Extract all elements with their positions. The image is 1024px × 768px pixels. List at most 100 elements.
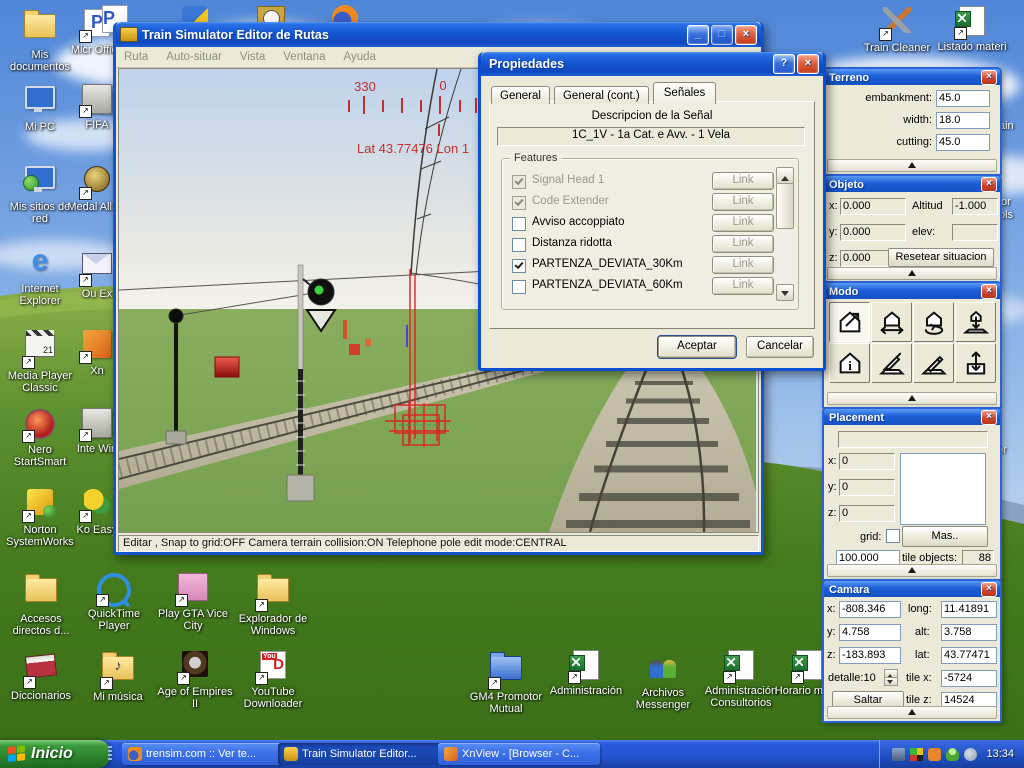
camara-titlebar[interactable]: Camara × [824, 581, 1000, 597]
desktop-icon-accesos-directos[interactable]: Accesos directos d... [2, 570, 80, 637]
terreno-panel[interactable]: Terreno × embankment: 45.0 width: 18.0 c… [822, 67, 1002, 176]
y-field[interactable]: 0.000 [840, 224, 906, 241]
panel-close-icon[interactable]: × [981, 177, 997, 192]
features-scrollbar[interactable] [776, 167, 792, 301]
menu-ventana[interactable]: Ventana [283, 51, 325, 63]
feature-checkbox[interactable] [512, 238, 526, 252]
tile-x-field[interactable]: -5724 [941, 670, 997, 687]
propiedades-dialog[interactable]: Propiedades ? × General General (cont.) … [478, 52, 826, 371]
modo-terrain-cut-button[interactable] [871, 343, 912, 383]
elev-field[interactable] [952, 224, 998, 241]
maximize-button[interactable]: □ [711, 25, 733, 45]
system-tray[interactable]: 13:34 [879, 740, 1024, 768]
modo-height-button[interactable] [955, 302, 996, 342]
mas-button[interactable]: Mas.. [902, 526, 988, 547]
altitud-field[interactable]: -1.000 [952, 198, 998, 215]
modo-titlebar[interactable]: Modo × [824, 283, 1000, 299]
panel-close-icon[interactable]: × [981, 582, 997, 597]
camera-y-field[interactable]: 4.758 [839, 624, 901, 641]
desktop-icon-administracion[interactable]: Administración [547, 648, 625, 697]
camera-z-field[interactable]: -183.893 [839, 647, 901, 664]
menu-auto-situar[interactable]: Auto-situar [166, 51, 222, 63]
feature-checkbox[interactable] [512, 217, 526, 231]
aceptar-button[interactable]: Aceptar [658, 336, 736, 358]
placement-titlebar[interactable]: Placement × [824, 409, 1000, 425]
collapse-arrow-icon[interactable] [827, 706, 997, 719]
minimize-button[interactable]: _ [687, 25, 709, 45]
editor-titlebar[interactable]: Train Simulator Editor de Rutas _ □ × [116, 22, 761, 47]
modo-place-button[interactable] [829, 302, 870, 342]
cutting-field[interactable]: 45.0 [936, 134, 990, 151]
tray-antivirus-icon[interactable] [910, 748, 923, 761]
desktop-icon-quicktime[interactable]: QuickTime Player [75, 570, 153, 632]
grid-checkbox[interactable] [886, 529, 900, 543]
camera-x-field[interactable]: -808.346 [839, 601, 901, 618]
desktop-icon-age-of-empires[interactable]: Age of Empires II [156, 648, 234, 710]
desktop-icon-train-cleaner[interactable]: Train Cleaner [858, 4, 936, 54]
tab-general[interactable]: General [491, 86, 550, 104]
link-button[interactable]: Link [712, 235, 774, 253]
long-field[interactable]: 11.41891 [941, 601, 997, 618]
link-button[interactable]: Link [712, 193, 774, 211]
close-button[interactable]: × [735, 25, 757, 45]
z-field[interactable]: 0 [839, 505, 895, 522]
placement-combo[interactable] [838, 431, 988, 448]
taskbar-item-trensim[interactable]: trensim.com :: Ver te... [122, 743, 282, 765]
taskbar-item-xnview[interactable]: XnView - [Browser - C... [438, 743, 600, 765]
panel-close-icon[interactable]: × [981, 70, 997, 85]
terreno-titlebar[interactable]: Terreno × [824, 69, 1000, 85]
collapse-arrow-icon[interactable] [827, 159, 997, 172]
desktop-icon-administracion-consultorios[interactable]: Administración Consultorios [702, 648, 780, 709]
taskbar-item-train-simulator[interactable]: Train Simulator Editor... [278, 743, 442, 765]
modo-rotate-button[interactable] [913, 302, 954, 342]
lat-field[interactable]: 43.77471 [941, 647, 997, 664]
desktop-icon-youtube-downloader[interactable]: YouD YouTube Downloader [234, 648, 312, 710]
embankment-field[interactable]: 45.0 [936, 90, 990, 107]
help-button[interactable]: ? [773, 54, 795, 74]
width-field[interactable]: 18.0 [936, 112, 990, 129]
tray-app-icon[interactable] [928, 748, 941, 761]
taskbar[interactable]: Inicio trensim.com :: Ver te... Train Si… [0, 740, 1024, 768]
tray-network-icon[interactable] [892, 748, 905, 761]
tab-senales[interactable]: Señales [653, 82, 717, 104]
link-button[interactable]: Link [712, 256, 774, 274]
objeto-panel[interactable]: Objeto × x: 0.000 Altitud -1.000 y: 0.00… [822, 174, 1002, 284]
tray-volume-icon[interactable] [964, 748, 977, 761]
panel-close-icon[interactable]: × [981, 284, 997, 299]
tray-messenger-icon[interactable] [946, 748, 959, 761]
link-button[interactable]: Link [712, 214, 774, 232]
collapse-arrow-icon[interactable] [827, 267, 997, 280]
feature-checkbox[interactable] [512, 175, 526, 189]
dialog-titlebar[interactable]: Propiedades ? × [481, 52, 823, 76]
tab-general-cont[interactable]: General (cont.) [554, 86, 649, 104]
collapse-arrow-icon[interactable] [827, 564, 997, 577]
menu-ruta[interactable]: Ruta [124, 51, 148, 63]
scroll-thumb[interactable] [776, 183, 794, 229]
quick-launch-handle[interactable] [108, 746, 112, 762]
desktop-icon-mi-musica[interactable]: ♪ Mi música [79, 648, 157, 703]
modo-panel[interactable]: Modo × i [822, 281, 1002, 409]
feature-checkbox[interactable] [512, 196, 526, 210]
feature-checkbox[interactable] [512, 259, 526, 273]
dialog-close-button[interactable]: × [797, 54, 819, 74]
detalle-spinner[interactable] [884, 669, 898, 685]
link-button[interactable]: Link [712, 277, 774, 295]
placement-panel[interactable]: Placement × x: 0 y: 0 z: 0 grid: Mas.. 1… [822, 407, 1002, 581]
feature-checkbox[interactable] [512, 280, 526, 294]
desktop[interactable]: Mis documentos Mi PC Mis sitios de red e… [0, 0, 1024, 768]
desktop-icon-archivos-messenger[interactable]: Archivos Messenger [624, 648, 702, 711]
desktop-icon-listado-materiales[interactable]: Listado materi [933, 4, 1011, 53]
camara-panel[interactable]: Camara × x: -808.346 long: 11.41891 y: 4… [822, 579, 1002, 723]
link-button[interactable]: Link [712, 172, 774, 190]
desktop-icon-gta-vice-city[interactable]: Play GTA Vice City [154, 570, 232, 632]
scroll-down-icon[interactable] [776, 284, 794, 301]
x-field[interactable]: 0.000 [840, 198, 906, 215]
menu-ayuda[interactable]: Ayuda [343, 51, 375, 63]
panel-close-icon[interactable]: × [981, 410, 997, 425]
desktop-icon-explorador-windows[interactable]: Explorador de Windows [234, 570, 312, 637]
alt-field[interactable]: 3.758 [941, 624, 997, 641]
modo-info-button[interactable]: i [829, 343, 870, 383]
x-field[interactable]: 0 [839, 453, 895, 470]
y-field[interactable]: 0 [839, 479, 895, 496]
collapse-arrow-icon[interactable] [827, 392, 997, 405]
